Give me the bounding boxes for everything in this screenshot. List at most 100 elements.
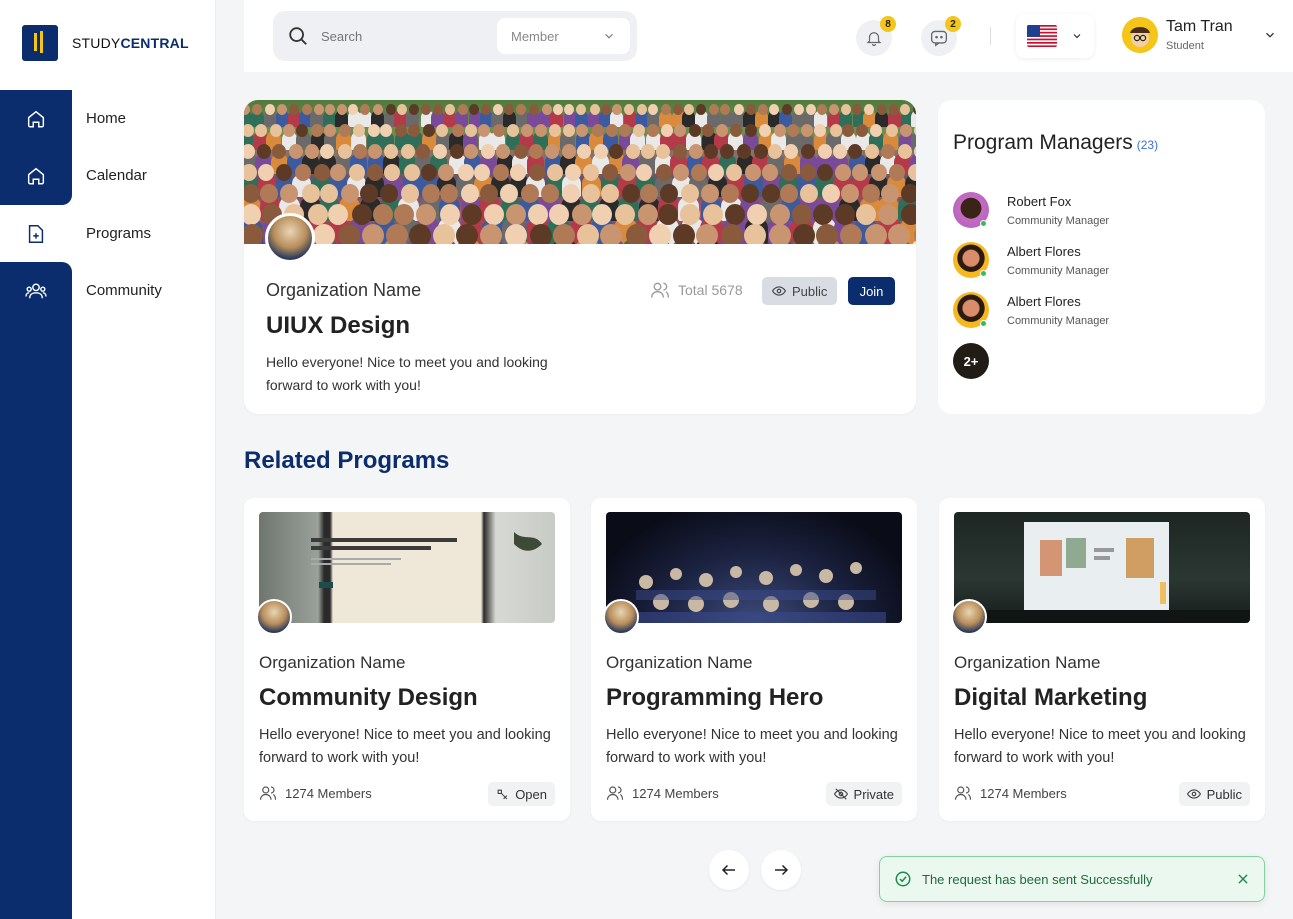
program-card-image (259, 512, 555, 623)
chevron-down-icon (1073, 34, 1081, 39)
organization-name: Organization Name (266, 280, 422, 300)
add-file-icon (0, 205, 72, 262)
sidebar-item-label: Home (86, 110, 127, 127)
us-flag-icon (1027, 25, 1057, 47)
organization-name: Organization Name (259, 653, 406, 672)
user-name: Tam Tran (1166, 18, 1233, 35)
sidebar-item-label: Programs (86, 225, 152, 242)
brand-logo[interactable]: STUDYCENTRAL (22, 25, 189, 61)
toast-message: The request has been sent Successfully (922, 871, 1153, 887)
manager-name: Robert Fox (1007, 193, 1072, 209)
users-icon (0, 262, 72, 319)
search-filter-select[interactable]: Member (497, 18, 630, 54)
search-filter-value: Member (511, 28, 559, 44)
program-description: Hello everyone! Nice to meet you and loo… (606, 727, 898, 766)
sidebar-item-label: Community (86, 282, 162, 299)
program-description: Hello everyone! Nice to meet you and loo… (954, 727, 1246, 766)
program-description: Hello everyone! Nice to meet you and loo… (259, 727, 551, 766)
language-select[interactable] (1016, 14, 1094, 58)
chat-icon (930, 30, 948, 47)
managers-count: (23) (1136, 138, 1159, 152)
users-icon (606, 786, 624, 800)
user-menu[interactable]: Tam Tran Student (1122, 17, 1277, 53)
chevron-down-icon (605, 33, 613, 39)
success-toast: The request has been sent Successfully (879, 856, 1265, 902)
online-status-dot (980, 270, 987, 277)
program-hero-card: Organization Name UIUX Design Hello ever… (244, 100, 916, 414)
program-description: Hello everyone! Nice to meet you and loo… (266, 354, 548, 393)
bell-icon (866, 32, 882, 47)
program-title: Community Design (259, 684, 478, 711)
organization-avatar (951, 599, 987, 635)
search-input[interactable] (321, 28, 471, 44)
program-card[interactable]: Organization Name Programming Hero Hello… (591, 498, 917, 821)
visibility-badge: Private (825, 782, 902, 806)
check-circle-icon (895, 871, 911, 887)
previous-page-button[interactable] (709, 850, 749, 890)
user-role: Student (1166, 40, 1204, 52)
close-icon[interactable] (1236, 872, 1250, 886)
top-header: Member 8 2 Tam Tran St (244, 0, 1293, 72)
arrow-right-icon (775, 864, 789, 876)
sidebar-item-programs[interactable]: Programs (0, 205, 216, 262)
next-page-button[interactable] (761, 850, 801, 890)
visibility-label: Private (853, 786, 894, 802)
header-divider (990, 27, 991, 45)
total-members-label: Total 5678 (678, 282, 743, 298)
member-count: 1274 Members (954, 784, 1067, 802)
sidebar-item-home[interactable]: Home (0, 90, 216, 147)
program-card[interactable]: Organization Name Community Design Hello… (244, 498, 570, 821)
avatar (953, 192, 989, 228)
program-cover-image (244, 100, 916, 244)
manager-item[interactable]: Robert Fox Community Manager (953, 192, 1109, 228)
manager-item[interactable]: Albert Flores Community Manager (953, 292, 1109, 328)
program-title: Programming Hero (606, 684, 824, 711)
online-status-dot (980, 320, 987, 327)
home-icon (0, 90, 72, 147)
eye-icon (1186, 789, 1201, 799)
online-status-dot (980, 220, 987, 227)
more-managers-button[interactable]: 2+ (953, 343, 989, 379)
notifications-badge: 8 (880, 16, 896, 32)
arrow-left-icon (721, 864, 735, 876)
brand-name: STUDYCENTRAL (72, 35, 189, 51)
chevron-down-icon (1265, 32, 1274, 38)
users-icon (954, 786, 972, 800)
join-button[interactable]: Join (848, 277, 895, 305)
eye-icon (772, 286, 786, 296)
visibility-badge: Public (1178, 782, 1250, 806)
organization-avatar (603, 599, 639, 635)
search-bar: Member (273, 11, 637, 61)
messages-badge: 2 (945, 16, 961, 32)
visibility-badge: Open (488, 782, 555, 806)
manager-item[interactable]: Albert Flores Community Manager (953, 242, 1109, 278)
organization-avatar (256, 599, 292, 635)
eye-off-icon (833, 788, 848, 800)
visibility-label: Open (515, 786, 547, 802)
sidebar-item-calendar[interactable]: Calendar (0, 147, 216, 204)
home-icon (0, 147, 72, 204)
program-managers-panel: Program Managers (23) Robert Fox Community… (938, 100, 1265, 414)
organization-name: Organization Name (954, 653, 1101, 672)
program-card-image (954, 512, 1250, 623)
visibility-label: Public (792, 283, 828, 299)
users-icon (651, 282, 669, 298)
visibility-badge: Public (762, 277, 838, 305)
manager-role: Community Manager (1007, 264, 1110, 277)
total-members: Total 5678 (650, 280, 743, 300)
manager-name: Albert Flores (1007, 293, 1081, 309)
manager-name: Albert Flores (1007, 243, 1081, 259)
visibility-label: Public (1206, 786, 1242, 802)
messages-button[interactable]: 2 (921, 16, 961, 56)
notifications-button[interactable]: 8 (856, 16, 896, 56)
sidebar: STUDYCENTRAL Home Calendar Programs Comm… (0, 0, 216, 919)
organization-avatar (265, 213, 315, 263)
section-title: Related Programs (244, 447, 450, 474)
avatar (953, 292, 989, 328)
sidebar-item-community[interactable]: Community (0, 262, 216, 319)
program-card[interactable]: Organization Name Digital Marketing Hell… (939, 498, 1265, 821)
manager-role: Community Manager (1007, 214, 1110, 227)
avatar (1122, 17, 1158, 53)
avatar (953, 242, 989, 278)
member-count: 1274 Members (606, 784, 719, 802)
